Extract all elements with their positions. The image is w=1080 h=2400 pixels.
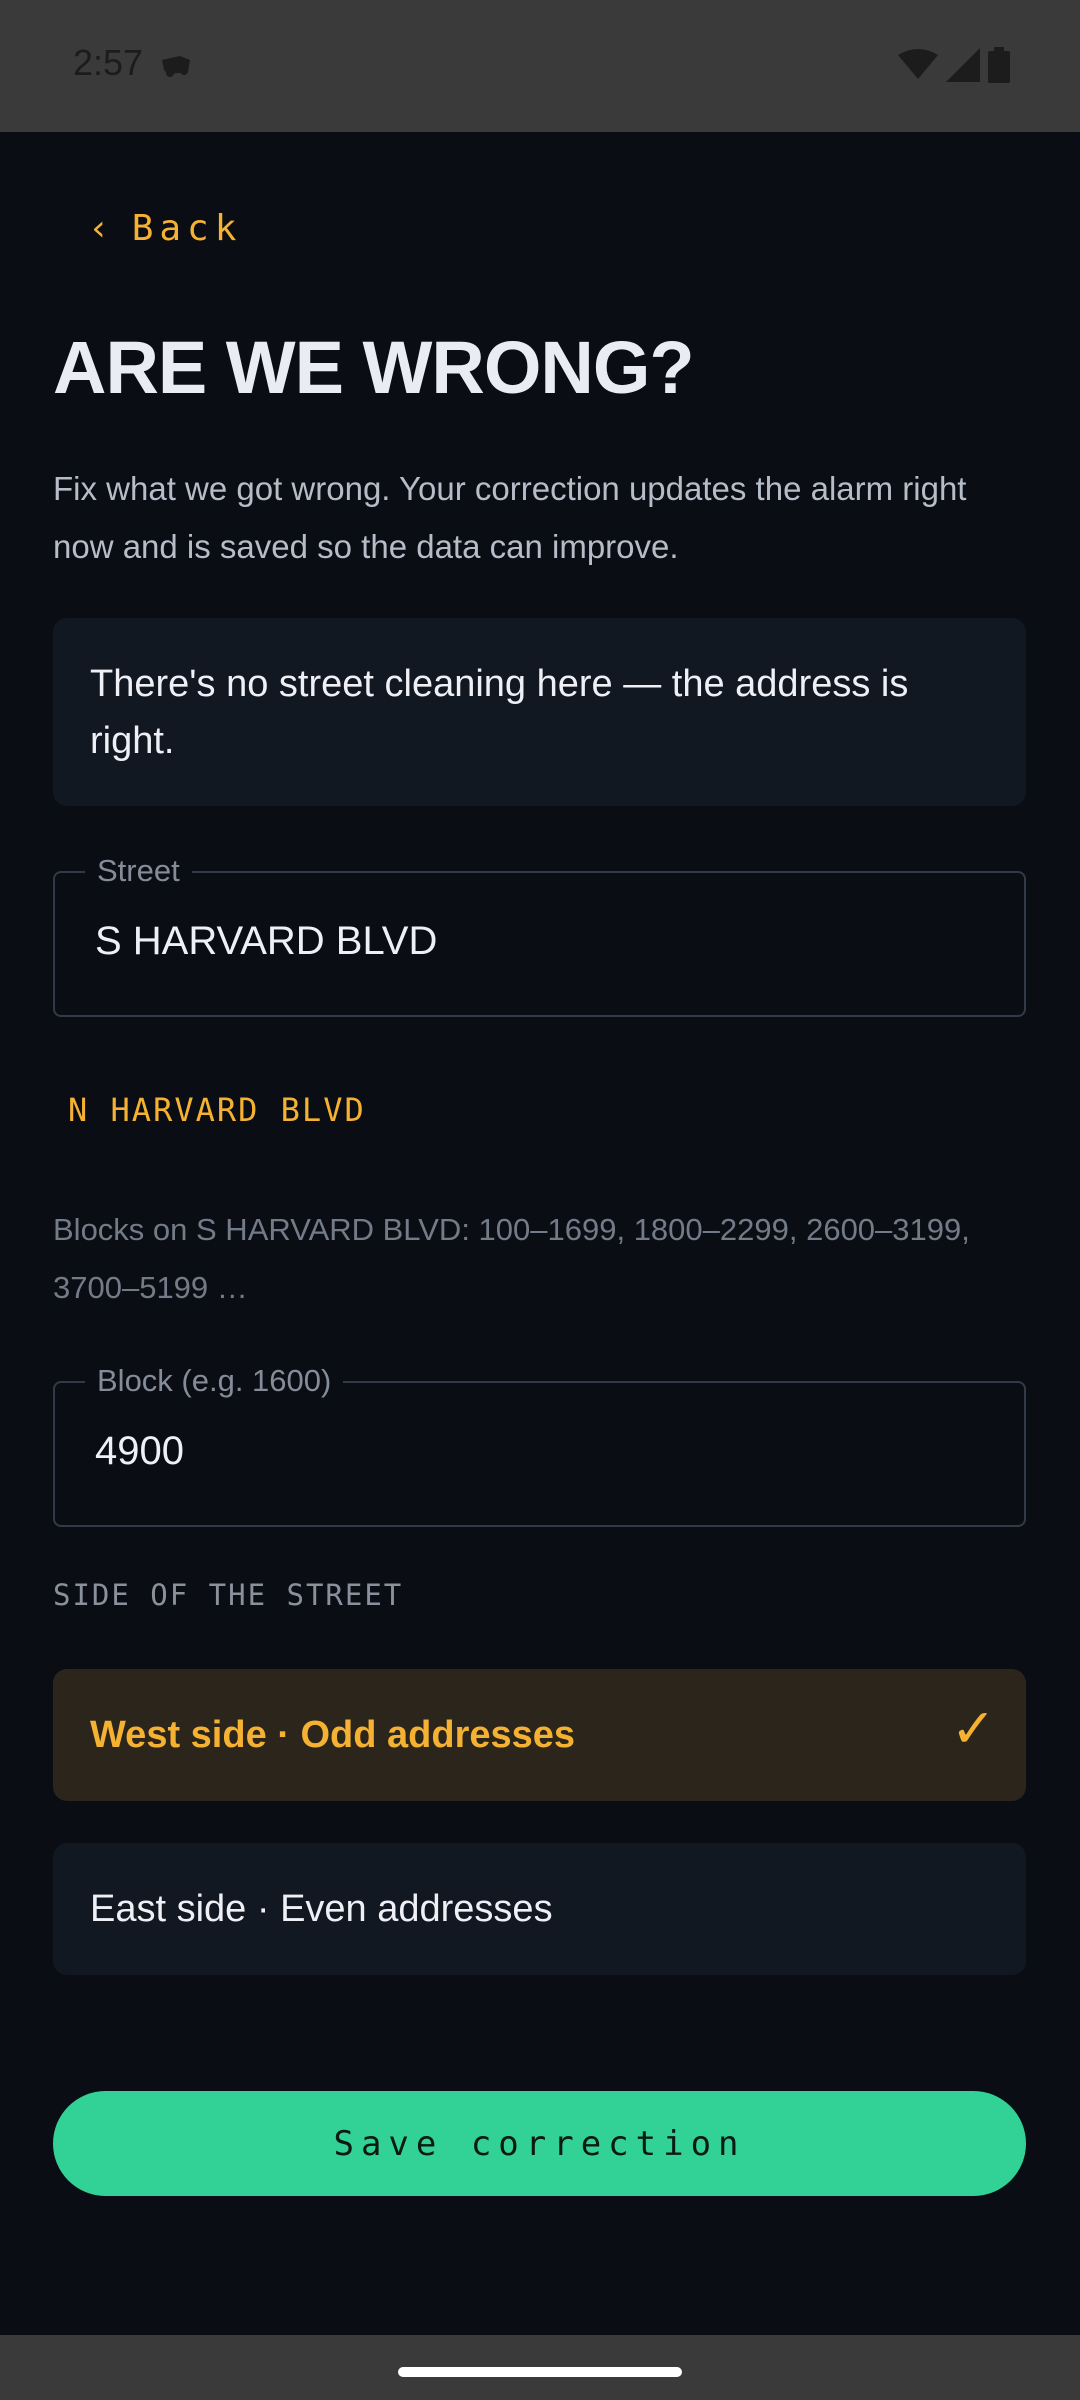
street-suggestion[interactable]: N HARVARD BLVD <box>53 1082 568 1138</box>
no-cleaning-card[interactable]: There's no street cleaning here — the ad… <box>53 618 1026 806</box>
signal-icon <box>946 48 980 82</box>
page-title: ARE WE WRONG? <box>53 326 695 409</box>
home-handle[interactable] <box>398 2367 682 2377</box>
street-field[interactable]: Street <box>53 851 1026 1017</box>
wifi-icon <box>898 49 938 79</box>
notification-icon <box>162 56 190 77</box>
page-subtitle: Fix what we got wrong. Your correction u… <box>53 470 967 565</box>
status-bar: 2:57 <box>0 0 1080 132</box>
navigation-bar <box>0 2335 1080 2400</box>
chevron-left-icon: ‹ <box>88 207 110 249</box>
option-east-side-label: East side · Even addresses <box>90 1887 553 1930</box>
street-field-label: Street <box>85 851 192 891</box>
status-time: 2:57 <box>73 42 144 83</box>
back-label: Back <box>131 207 243 249</box>
block-field-label: Block (e.g. 1600) <box>85 1361 344 1401</box>
checkmark-icon: ✓ <box>950 1699 996 1759</box>
option-west-side[interactable]: West side · Odd addresses ✓ <box>53 1669 1026 1801</box>
blocks-info: Blocks on S HARVARD BLVD: 100–1699, 1800… <box>53 1212 970 1305</box>
option-east-side[interactable]: East side · Even addresses <box>53 1843 1026 1975</box>
street-input[interactable] <box>95 919 975 964</box>
block-field[interactable]: Block (e.g. 1600) <box>53 1361 1026 1527</box>
block-input[interactable] <box>95 1429 975 1474</box>
screen: 2:57 ‹ Back ARE WE WRONG? Fix what we go… <box>0 0 1080 2400</box>
battery-icon <box>988 47 1010 83</box>
save-correction-button[interactable]: Save correction <box>53 2091 1026 2196</box>
status-icons <box>898 46 1010 84</box>
back-button[interactable]: ‹ Back <box>88 200 242 256</box>
option-west-side-label: West side · Odd addresses <box>90 1713 576 1756</box>
side-section-label: SIDE OF THE STREET <box>53 1578 404 1612</box>
